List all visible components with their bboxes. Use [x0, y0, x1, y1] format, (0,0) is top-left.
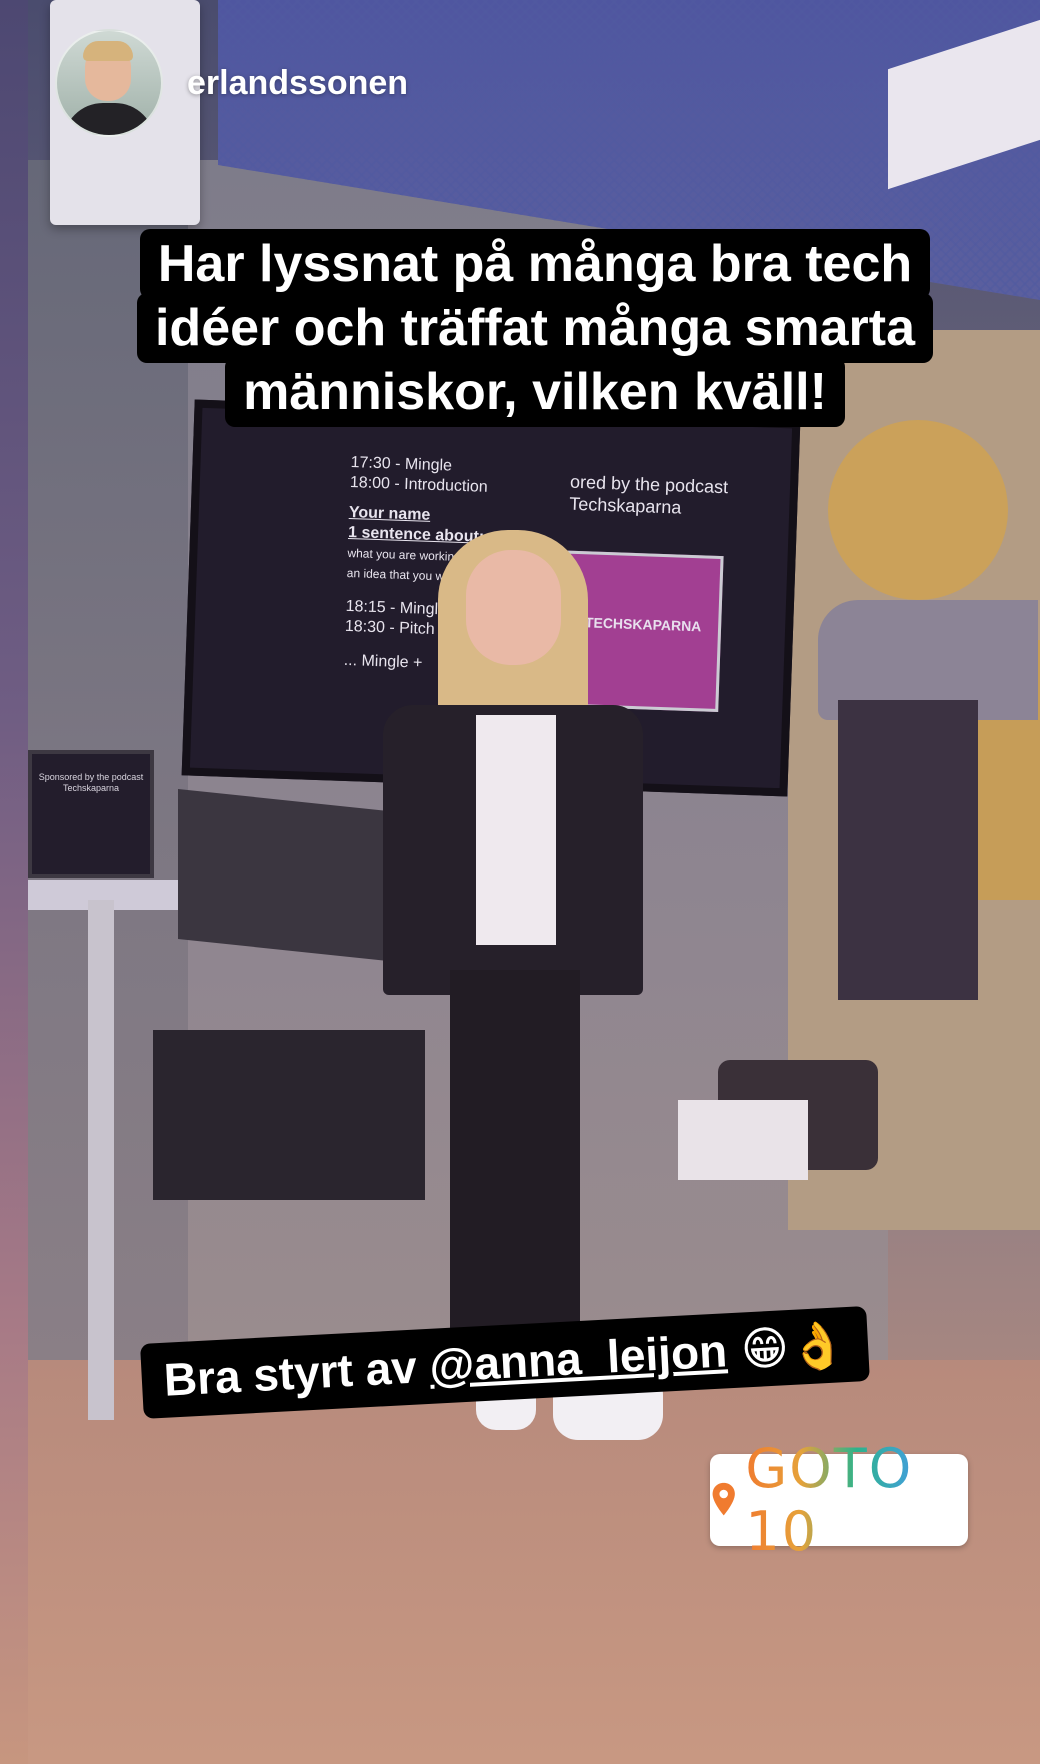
user-avatar[interactable]	[55, 29, 163, 137]
laptop-screen-line: Sponsored by the podcast	[38, 772, 144, 782]
photo-laptop: Sponsored by the podcast Techskaparna	[28, 750, 154, 878]
caption-mention-link[interactable]: @anna_leijon	[428, 1324, 728, 1392]
photo-presenter	[358, 530, 663, 1450]
location-name: GOTO 10	[745, 1437, 968, 1563]
story-caption-main-text: Har lyssnat på många bra tech idéer och …	[136, 229, 934, 427]
photo-audio-mixer	[178, 788, 388, 962]
avatar-body	[63, 103, 155, 135]
location-sticker[interactable]: GOTO 10	[710, 1437, 968, 1563]
location-pin-icon	[712, 1482, 735, 1516]
tv-sponsor: ored by the podcast Techskaparna	[569, 471, 729, 520]
photo-wall-pattern	[828, 420, 1008, 600]
caption-bottom-prefix: Bra styrt av	[162, 1339, 431, 1406]
avatar-hair	[83, 41, 133, 61]
story-header: erlandssonen	[55, 28, 408, 138]
photo-box	[678, 1100, 808, 1180]
presenter-pants	[450, 970, 580, 1370]
presenter-shirt	[476, 715, 556, 945]
story-username[interactable]: erlandssonen	[187, 64, 408, 103]
person-background-legs	[838, 700, 978, 1000]
story-left-edge	[0, 0, 28, 1764]
story-caption-main: Har lyssnat på många bra tech idéer och …	[100, 229, 970, 427]
photo-person-background	[808, 600, 1040, 1030]
laptop-screen-line: Techskaparna	[62, 783, 120, 793]
photo-stand-pole	[88, 900, 114, 1420]
laptop-screen-text: Sponsored by the podcast Techskaparna	[32, 772, 150, 794]
tv-schedule-line: 18:00 - Introduction	[349, 474, 489, 496]
caption-emoji: 😁👌	[739, 1317, 848, 1377]
presenter-face	[466, 550, 561, 665]
